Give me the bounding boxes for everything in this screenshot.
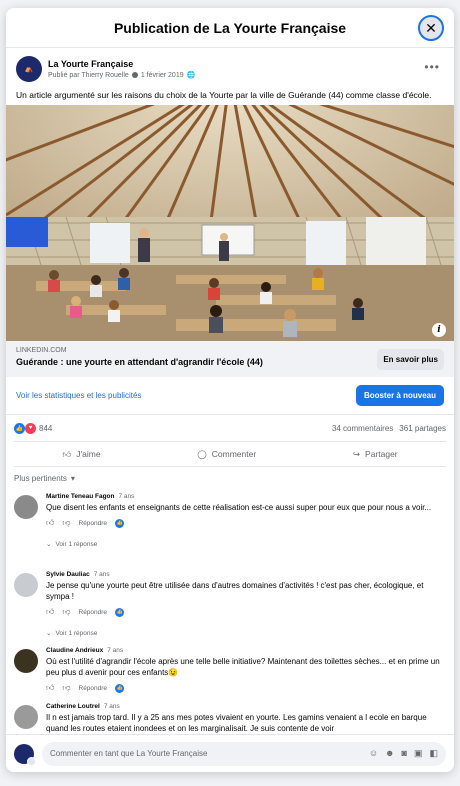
comment-item: Claudine Andrieux 7 ans Où est l'utilité …: [6, 643, 454, 699]
comment-actions: 👍︎ 👎︎ Répondre 👍: [46, 682, 442, 694]
like-button[interactable]: 👍︎ J'aime: [62, 449, 100, 460]
comment-avatar[interactable]: [14, 495, 38, 519]
reaction-count[interactable]: 👍 ♥ 844: [14, 422, 53, 434]
yurt-classroom-photo: [6, 105, 454, 341]
published-by: Publié par Thierry Rouelle: [48, 71, 129, 79]
like-badge-icon: 👍: [115, 683, 125, 693]
reply-arrow-icon: ⌄: [46, 630, 52, 637]
page-name[interactable]: La Yourte Française: [48, 59, 195, 69]
comment-input-placeholder: Commenter en tant que La Yourte Français…: [50, 749, 208, 758]
comment-avatar[interactable]: [14, 649, 38, 673]
composer-avatar[interactable]: [14, 743, 36, 766]
wink-emoji: 😉: [168, 668, 179, 677]
sticker-icon[interactable]: ◧: [429, 748, 438, 759]
thumbs-up-icon: 👍︎: [62, 448, 72, 459]
chevron-down-icon: ▾: [70, 473, 75, 483]
shares-count[interactable]: 361 partages: [399, 424, 446, 433]
close-button[interactable]: ✕: [418, 15, 444, 41]
comment-avatar[interactable]: [14, 705, 38, 729]
comment-text: Où est l'utilité d'agrandir l'école aprè…: [46, 657, 440, 677]
reply-button[interactable]: Répondre: [79, 520, 108, 527]
learn-more-button[interactable]: En savoir plus: [377, 349, 444, 370]
like-badge-icon: 👍: [115, 607, 125, 617]
post-modal: Publication de La Yourte Française ✕ ⛺ L…: [6, 8, 454, 772]
modal-header: Publication de La Yourte Française ✕: [6, 8, 454, 48]
comment-text: Que disent les enfants et enseignants de…: [46, 503, 432, 512]
share-icon: ↪: [352, 448, 361, 459]
globe-icon: 🌐: [186, 72, 196, 79]
comment-author[interactable]: Catherine Loutrel 7 ans: [46, 699, 442, 710]
emoji-icon[interactable]: ☻: [385, 748, 394, 759]
post-header: ⛺ La Yourte Française Publié par Thierry…: [6, 48, 454, 84]
comments-count[interactable]: 34 commentaires: [332, 424, 393, 433]
sort-label: Plus pertinents: [14, 473, 67, 483]
reaction-count-text: 844: [39, 423, 53, 433]
comment-item: Sylvie Dauliac 7 ans Je pense qu'une your…: [6, 567, 454, 643]
more-options-icon[interactable]: •••: [424, 60, 440, 74]
page-avatar[interactable]: ⛺: [16, 56, 42, 82]
post-image[interactable]: i: [6, 105, 454, 341]
comment-text: Je pense qu'une yourte peut être utilisé…: [46, 581, 424, 601]
modal-title: Publication de La Yourte Française: [113, 19, 347, 36]
like-reaction-icon: 👍: [14, 422, 25, 434]
info-icon[interactable]: i: [432, 323, 446, 337]
thumbs-down-icon[interactable]: 👎︎: [62, 518, 70, 528]
reply-arrow-icon: ⌄: [46, 541, 52, 548]
reply-button[interactable]: Répondre: [79, 685, 108, 692]
comment-author[interactable]: Sylvie Dauliac 7 ans: [46, 567, 442, 578]
composer-icons: ☺ ☻ ◙ ▣ ◧: [369, 748, 438, 759]
comment-actions: 👍︎ 👎︎ Répondre 👍: [46, 606, 442, 618]
post-sub-meta: Publié par Thierry Rouelle 1 février 201…: [48, 71, 196, 80]
post-text: Un article argumenté sur les raisons du …: [16, 90, 432, 100]
comment-sort[interactable]: Plus pertinents ▾: [6, 467, 454, 489]
reply-button[interactable]: Répondre: [79, 609, 108, 616]
comment-author[interactable]: Martine Teneau Fagon 7 ans: [46, 489, 442, 500]
close-icon: ✕: [425, 19, 437, 36]
comment-input[interactable]: Commenter en tant que La Yourte Français…: [42, 741, 446, 766]
thumbs-down-icon[interactable]: 👎︎: [62, 607, 70, 617]
comment-composer: Commenter en tant que La Yourte Français…: [6, 734, 454, 772]
view-replies[interactable]: ⌄ Voir 1 réponse: [46, 537, 442, 551]
reactions-summary: 👍 ♥ 844 34 commentaires 361 partages: [6, 415, 454, 441]
love-reaction-icon: ♥: [25, 422, 36, 434]
view-replies[interactable]: ⌄ Voir 1 réponse: [46, 626, 442, 640]
stats-link[interactable]: Voir les statistiques et les publicités: [16, 391, 141, 400]
comment-avatar[interactable]: [14, 573, 38, 597]
comment-actions: 👍︎ 👎︎ Répondre 👍: [46, 517, 442, 529]
promotion-row: Voir les statistiques et les publicités …: [6, 377, 454, 415]
thumbs-up-icon[interactable]: 👍︎: [46, 607, 54, 617]
post-date[interactable]: 1 février 2019: [141, 72, 184, 79]
comment-text: Il n est jamais trop tard. Il y a 25 ans…: [46, 713, 427, 733]
boost-button[interactable]: Booster à nouveau: [355, 385, 444, 406]
author-dot-icon: [131, 72, 138, 78]
comment-item: Martine Teneau Fagon 7 ans Que disent les…: [6, 489, 454, 567]
post-actions: 👍︎ J'aime ◯ Commenter ↪ Partager: [14, 441, 446, 467]
comment-label: Commenter: [211, 449, 257, 459]
like-label: J'aime: [76, 449, 101, 459]
comment-author[interactable]: Claudine Andrieux 7 ans: [46, 643, 442, 654]
camera-icon[interactable]: ◙: [402, 748, 407, 759]
like-badge-icon: 👍: [115, 518, 125, 528]
thumbs-up-icon[interactable]: 👍︎: [46, 683, 54, 693]
engagement-counts: 34 commentaires 361 partages: [332, 424, 446, 433]
link-preview-card[interactable]: LINKEDIN.COM Guérande : une yourte en at…: [6, 341, 454, 377]
share-button[interactable]: ↪ Partager: [353, 449, 398, 460]
thumbs-up-icon[interactable]: 👍︎: [46, 518, 54, 528]
comment-icon: ◯: [197, 448, 207, 459]
post-meta: La Yourte Française Publié par Thierry R…: [48, 59, 195, 79]
comment-button[interactable]: ◯ Commenter: [197, 449, 256, 460]
thumbs-down-icon[interactable]: 👎︎: [62, 683, 70, 693]
gif-icon[interactable]: ▣: [414, 748, 423, 759]
avatar-sticker-icon[interactable]: ☺: [369, 748, 378, 759]
share-label: Partager: [365, 449, 398, 459]
